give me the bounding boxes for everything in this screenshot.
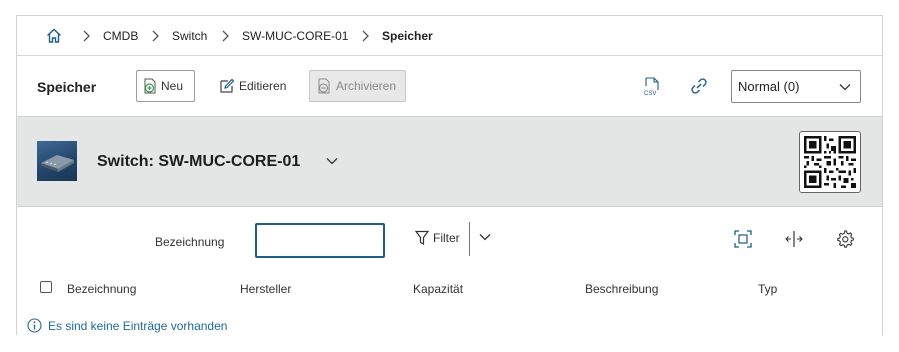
edit-icon [220,78,235,93]
column-header-hersteller[interactable]: Hersteller [240,282,291,296]
column-header-beschreibung[interactable]: Beschreibung [585,282,658,296]
object-title: Switch: SW-MUC-CORE-01 [97,153,301,170]
chevron-down-icon[interactable] [479,233,491,241]
plus-circle-icon [144,78,156,94]
column-header-typ[interactable]: Typ [758,282,777,296]
view-select[interactable]: Normal (0) [731,70,861,103]
csv-icon[interactable]: CSV [641,77,663,97]
chevron-right-icon [222,30,229,42]
device-thumbnail [37,141,77,181]
filter-button[interactable]: Filter [415,230,460,246]
fullscreen-icon[interactable] [733,229,753,249]
column-resize-icon[interactable] [784,229,804,249]
filter-field-label: Bezeichnung [155,235,225,249]
column-header-kapazitaet[interactable]: Kapazität [413,282,463,296]
edit-button[interactable]: Editieren [216,70,286,102]
app-frame: CMDB Switch SW-MUC-CORE-01 Speicher Spei… [16,15,883,335]
new-button-label: Neu [161,79,184,93]
object-header: Switch: SW-MUC-CORE-01 [17,116,882,207]
column-header-bezeichnung[interactable]: Bezeichnung [67,282,136,296]
filter-icon [415,230,429,245]
archive-button[interactable]: Archivieren [309,70,406,102]
divider [469,222,470,256]
home-icon[interactable] [45,27,63,45]
edit-button-label: Editieren [239,79,287,93]
filter-button-label: Filter [433,231,460,245]
chevron-right-icon [152,30,159,42]
table-header: Bezeichnung Hersteller Kapazität Beschre… [17,274,882,304]
filter-name-input[interactable] [255,223,385,258]
archive-icon [318,78,330,94]
page-title: Speicher [37,79,97,95]
svg-text:CSV: CSV [644,91,656,97]
info-icon [27,318,42,333]
breadcrumb: CMDB Switch SW-MUC-CORE-01 Speicher [17,16,882,56]
chevron-right-icon [83,30,90,42]
breadcrumb-current: Speicher [382,29,433,43]
breadcrumb-item-cmdb[interactable]: CMDB [103,29,138,43]
breadcrumb-item-device[interactable]: SW-MUC-CORE-01 [242,29,348,43]
empty-state-message: Es sind keine Einträge vorhanden [27,318,227,333]
filter-bar: Bezeichnung Filter [17,208,882,268]
select-all-checkbox[interactable] [40,281,52,293]
view-select-value: Normal (0) [738,79,800,94]
new-button[interactable]: Neu [136,70,195,102]
chevron-down-icon[interactable] [326,157,338,165]
link-icon[interactable] [688,77,710,97]
qr-code-icon[interactable] [799,131,861,193]
gear-icon[interactable] [835,229,855,249]
breadcrumb-item-switch[interactable]: Switch [172,29,207,43]
archive-button-label: Archivieren [336,79,397,93]
chevron-right-icon [362,30,369,42]
toolbar: Speicher Neu Editieren Archivieren CSV N… [17,57,882,116]
empty-state-text: Es sind keine Einträge vorhanden [48,318,228,333]
chevron-down-icon [839,84,851,91]
